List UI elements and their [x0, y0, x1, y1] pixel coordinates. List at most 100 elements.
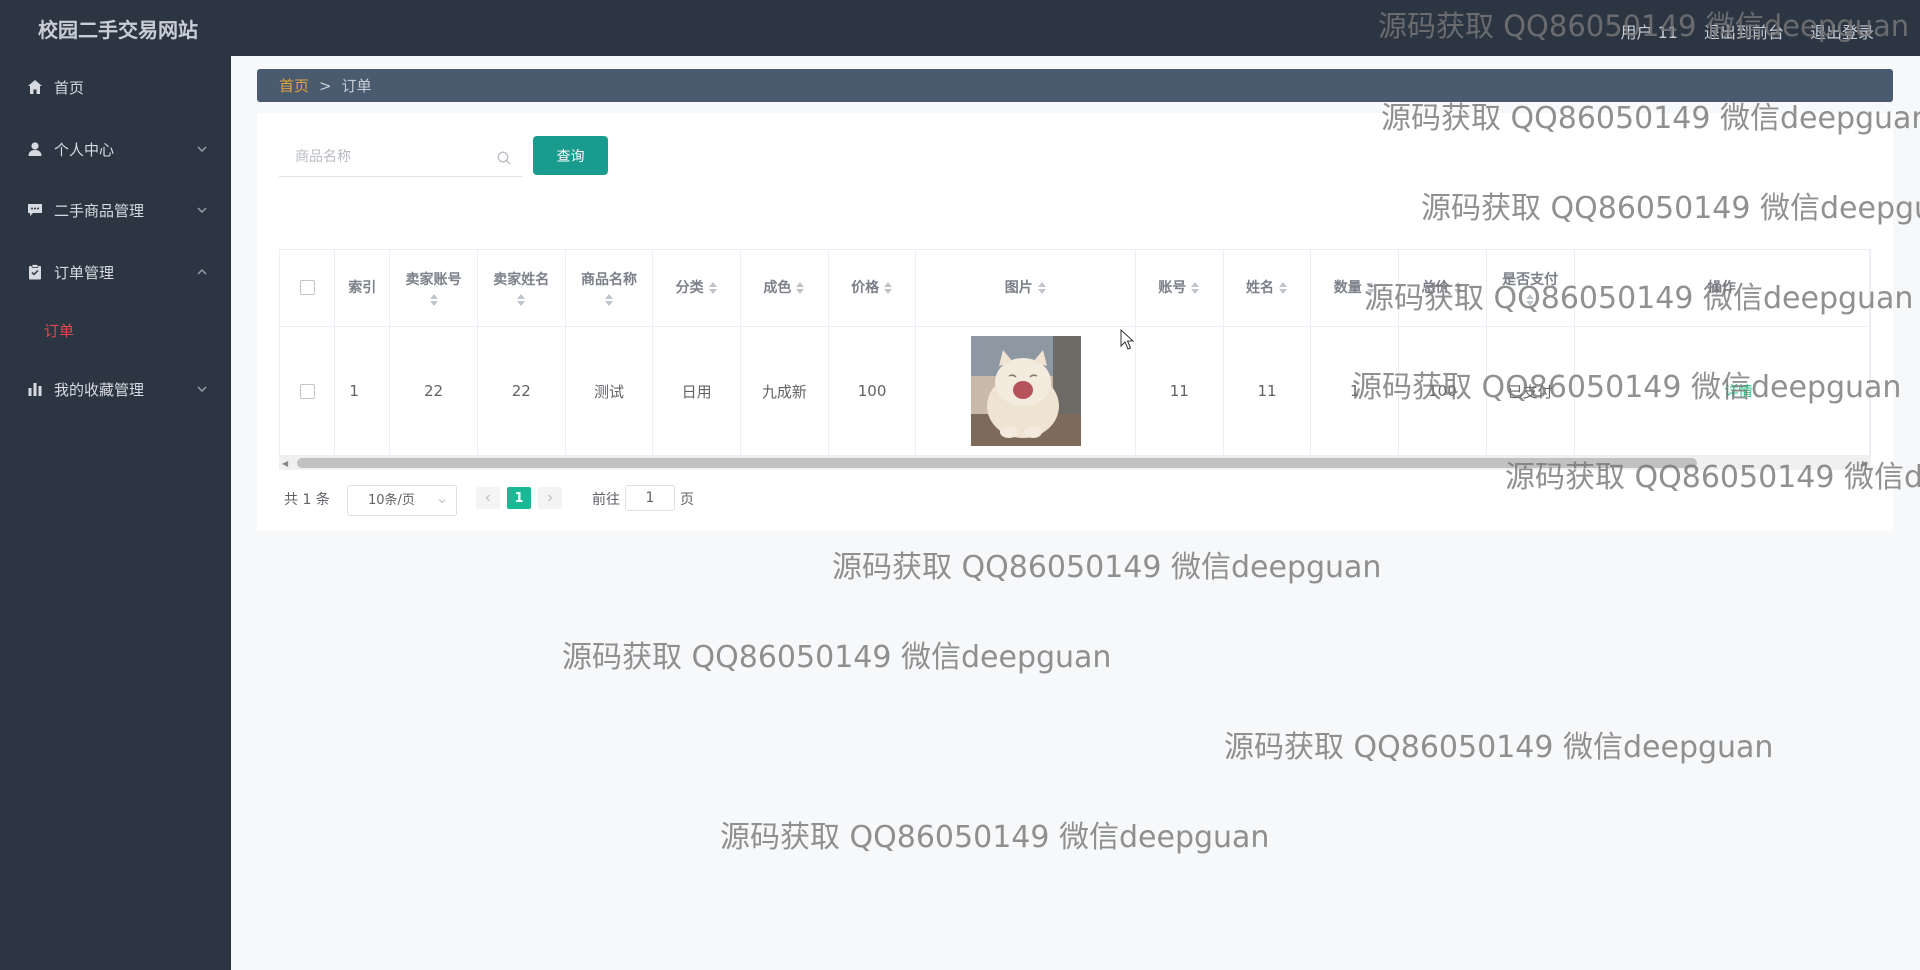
sort-icon[interactable]: [1278, 281, 1288, 295]
sort-icon[interactable]: [883, 281, 893, 295]
bar-chart-icon: [26, 380, 44, 398]
column-header-product-name[interactable]: 商品名称: [565, 250, 654, 327]
sidebar-item-my-favorites[interactable]: 我的收藏管理: [0, 369, 231, 409]
cell-actions: 详情: [1574, 326, 1870, 455]
column-header-price[interactable]: 价格: [828, 250, 917, 327]
top-links: 用户 11 退出到前台 退出登录: [1621, 19, 1874, 43]
product-name-search-input[interactable]: [279, 140, 489, 174]
cell-quantity: 1: [1310, 326, 1400, 455]
sidebar-item-label: 二手商品管理: [54, 201, 145, 220]
select-all-checkbox[interactable]: [299, 280, 315, 296]
scroll-left-arrow-icon[interactable]: ◀: [282, 459, 288, 468]
pagination-total: 共 1 条: [284, 492, 330, 508]
column-header-paid[interactable]: 是否支付: [1486, 250, 1575, 327]
goto-label: 前往: [592, 492, 620, 508]
detail-link[interactable]: 详情: [1725, 384, 1753, 400]
row-select-cell: [280, 326, 336, 455]
column-header-total[interactable]: 总价: [1398, 250, 1487, 327]
home-icon: [26, 78, 44, 96]
scroll-right-arrow-icon[interactable]: ▶: [1862, 459, 1868, 468]
cell-total: 100: [1398, 326, 1487, 455]
breadcrumb: 首页 > 订单: [257, 69, 1893, 102]
watermark-text: 源码获取 QQ86050149 微信deepguan: [562, 640, 1112, 675]
table-row: 1 22 22 测试 日用 九成新 100 11 11 1 100 已支付 详情: [280, 326, 1870, 455]
sidebar-item-label: 订单管理: [54, 263, 115, 282]
cell-condition: 九成新: [740, 326, 829, 455]
goto-page-input[interactable]: [625, 485, 675, 511]
sort-icon[interactable]: [429, 293, 439, 307]
sort-icon[interactable]: [795, 281, 805, 295]
chevron-up-icon: [197, 269, 207, 275]
search-box: [279, 140, 522, 177]
sort-icon[interactable]: [1525, 293, 1535, 307]
current-user-label: 用户 11: [1620, 23, 1678, 42]
column-header-index: 索引: [334, 250, 391, 327]
sidebar: 首页 个人中心 二手商品管理 订单管理 订单 我的收藏管理: [0, 56, 231, 970]
sort-icon[interactable]: [1190, 281, 1200, 295]
chevron-down-icon: [197, 207, 207, 213]
breadcrumb-current: 订单: [341, 77, 372, 95]
chevron-down-icon: [197, 386, 207, 392]
watermark-text: 源码获取 QQ86050149 微信deepguan: [1224, 730, 1774, 765]
cell-paid-status: 已支付: [1486, 326, 1575, 455]
goto-suffix: 页: [680, 492, 694, 508]
watermark-text: 源码获取 QQ86050149 微信deepguan: [720, 820, 1270, 855]
column-header-category[interactable]: 分类: [652, 250, 742, 327]
column-header-seller-account[interactable]: 卖家账号: [389, 250, 478, 327]
select-all-cell: [280, 250, 336, 327]
sidebar-item-label: 个人中心: [54, 140, 115, 159]
cell-seller-name: 22: [477, 326, 566, 455]
sidebar-subitem-orders[interactable]: 订单: [44, 320, 74, 341]
cell-product-name: 测试: [565, 326, 654, 455]
orders-table: 索引 卖家账号 卖家姓名 商品名称 分类 成色 价格 图片 账号 姓名 数量 总…: [279, 249, 1871, 456]
cell-image: [915, 326, 1136, 455]
column-header-seller-name[interactable]: 卖家姓名: [477, 250, 566, 327]
search-icon: [497, 151, 511, 165]
sidebar-item-label: 首页: [54, 78, 85, 97]
column-header-name[interactable]: 姓名: [1223, 250, 1312, 327]
sidebar-item-label: 我的收藏管理: [54, 380, 145, 399]
cell-price: 100: [828, 326, 917, 455]
user-icon: [26, 140, 44, 158]
sidebar-item-personal-center[interactable]: 个人中心: [0, 129, 231, 169]
scrollbar-thumb[interactable]: [297, 458, 1697, 468]
sort-icon[interactable]: [516, 293, 526, 307]
chevron-right-icon: [548, 494, 553, 502]
product-thumbnail[interactable]: [970, 336, 1081, 446]
query-button[interactable]: 查询: [533, 136, 608, 175]
cell-category: 日用: [652, 326, 742, 455]
sort-icon[interactable]: [604, 293, 614, 307]
sort-icon[interactable]: [1366, 281, 1376, 295]
cell-account: 11: [1135, 326, 1224, 455]
watermark-text: 源码获取 QQ86050149 微信deepguan: [832, 550, 1382, 585]
logout-link[interactable]: 退出登录: [1810, 19, 1874, 43]
next-page-button[interactable]: [538, 487, 562, 509]
column-header-condition[interactable]: 成色: [740, 250, 829, 327]
page-number-current[interactable]: 1: [507, 487, 531, 509]
column-header-actions: 操作: [1574, 250, 1870, 327]
row-checkbox[interactable]: [299, 384, 315, 399]
sidebar-item-secondhand-goods[interactable]: 二手商品管理: [0, 190, 231, 230]
breadcrumb-separator: >: [319, 76, 332, 95]
table-header-row: 索引 卖家账号 卖家姓名 商品名称 分类 成色 价格 图片 账号 姓名 数量 总…: [280, 250, 1870, 327]
back-to-frontend-link[interactable]: 退出到前台: [1704, 19, 1784, 43]
column-header-account[interactable]: 账号: [1135, 250, 1224, 327]
cell-index: 1: [334, 326, 391, 455]
clipboard-icon: [26, 263, 44, 281]
sidebar-item-order-management[interactable]: 订单管理: [0, 252, 231, 292]
page-size-select[interactable]: 10条/页: [347, 485, 457, 516]
breadcrumb-home[interactable]: 首页: [279, 75, 309, 96]
sort-icon[interactable]: [708, 281, 718, 295]
chat-icon: [26, 201, 44, 219]
chevron-down-icon: [438, 499, 446, 504]
column-header-quantity[interactable]: 数量: [1310, 250, 1400, 327]
site-title: 校园二手交易网站: [38, 18, 198, 42]
sidebar-item-home[interactable]: 首页: [0, 67, 231, 107]
page-size-value: 10条/页: [368, 493, 415, 508]
sort-icon[interactable]: [1453, 281, 1463, 295]
top-bar: 校园二手交易网站 用户 11 退出到前台 退出登录: [0, 0, 1920, 56]
sort-icon[interactable]: [1037, 281, 1047, 295]
prev-page-button[interactable]: [476, 487, 500, 509]
horizontal-scrollbar[interactable]: ◀ ▶: [279, 456, 1871, 470]
column-header-image[interactable]: 图片: [915, 250, 1136, 327]
